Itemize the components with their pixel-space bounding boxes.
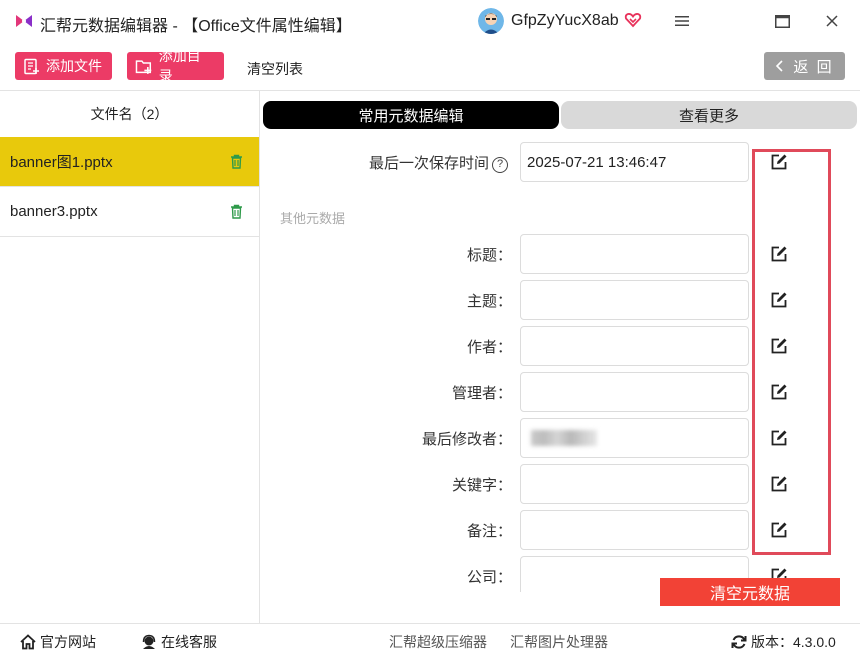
comments-input[interactable] — [520, 510, 749, 550]
version-label: 版本： — [751, 634, 793, 650]
trash-icon[interactable] — [230, 154, 243, 169]
username[interactable]: GfpZyYucX8ab — [511, 12, 619, 30]
close-icon — [826, 15, 838, 27]
tab-view-more[interactable]: 查看更多 — [561, 101, 857, 129]
last-modified-by-input[interactable] — [520, 418, 749, 458]
add-folder-button[interactable]: 添加目录 — [127, 48, 224, 84]
maximize-button[interactable] — [771, 10, 793, 32]
trash-icon[interactable] — [230, 204, 243, 219]
website-label: 官方网站 — [40, 634, 96, 650]
manager-input[interactable] — [520, 372, 749, 412]
help-icon[interactable]: ? — [492, 157, 508, 173]
redacted-value — [531, 430, 597, 446]
subject-input[interactable] — [520, 280, 749, 320]
edit-column-highlight — [752, 149, 831, 555]
field-label: 最后修改者： — [421, 431, 512, 448]
keywords-input[interactable] — [520, 464, 749, 504]
support-label: 在线客服 — [161, 634, 217, 650]
back-button[interactable]: 返 回 — [764, 52, 845, 80]
support-link[interactable]: 在线客服 — [141, 632, 217, 652]
window-title: 汇帮元数据编辑器 - 【Office文件属性编辑】 — [40, 18, 352, 35]
file-name: banner3.pptx — [10, 203, 98, 220]
field-label: 管理者： — [451, 385, 512, 402]
close-button[interactable] — [821, 10, 843, 32]
refresh-icon — [731, 635, 747, 649]
vip-heart-icon[interactable] — [624, 11, 642, 29]
version-info[interactable]: 版本： 4.3.0.0 — [731, 632, 836, 652]
add-folder-label: 添加目录 — [158, 48, 201, 84]
add-file-button[interactable]: 添加文件 — [15, 52, 112, 80]
last-saved-input[interactable]: 2025-07-21 13:46:47 — [520, 142, 749, 182]
menu-icon — [675, 16, 689, 26]
back-label: 返 回 — [793, 58, 834, 76]
add-folder-icon — [135, 59, 152, 74]
menu-button[interactable] — [671, 10, 693, 32]
section-other-metadata: 其他元数据 — [280, 211, 346, 226]
add-file-icon — [24, 58, 39, 74]
avatar[interactable] — [478, 8, 504, 34]
clear-list-button[interactable]: 清空列表 — [247, 59, 303, 79]
app-window: 汇帮元数据编辑器 - 【Office文件属性编辑】 GfpZyYucX8ab 添… — [0, 0, 860, 656]
title-bar: 汇帮元数据编辑器 - 【Office文件属性编辑】 GfpZyYucX8ab — [0, 0, 860, 42]
field-label: 关键字： — [451, 477, 512, 494]
maximize-icon — [774, 14, 790, 28]
file-list-item-2[interactable]: banner3.pptx — [0, 187, 259, 237]
website-link[interactable]: 官方网站 — [20, 632, 96, 652]
field-label: 标题： — [466, 247, 512, 264]
version-number: 4.3.0.0 — [793, 634, 836, 650]
chevron-left-icon — [776, 60, 783, 72]
home-icon — [20, 634, 36, 650]
field-label: 最后一次保存时间? — [369, 152, 508, 173]
image-tool-link[interactable]: 汇帮图片处理器 — [510, 632, 608, 652]
title-input[interactable] — [520, 234, 749, 274]
app-logo-icon — [16, 15, 32, 27]
field-label: 作者： — [466, 339, 512, 356]
toolbar: 添加文件 添加目录 清空列表 返 回 — [0, 42, 860, 90]
field-label: 公司： — [466, 569, 512, 586]
headset-icon — [142, 634, 156, 649]
author-input[interactable] — [520, 326, 749, 366]
file-list-header: 文件名（2） — [90, 106, 169, 122]
avatar-icon — [478, 8, 504, 34]
compressor-link[interactable]: 汇帮超级压缩器 — [389, 632, 487, 652]
tab-common-metadata[interactable]: 常用元数据编辑 — [263, 101, 559, 129]
file-name: banner图1.pptx — [10, 154, 113, 171]
footer: 官方网站 在线客服 汇帮超级压缩器 汇帮图片处理器 版本： 4.3.0.0 — [0, 623, 860, 656]
file-list-panel: 文件名（2） banner图1.pptx banner3.pptx — [0, 90, 260, 623]
field-label: 备注： — [466, 523, 512, 540]
last-saved-label: 最后一次保存时间 — [368, 155, 489, 172]
clear-metadata-button[interactable]: 清空元数据 — [660, 578, 840, 606]
field-label: 主题： — [466, 293, 512, 310]
add-file-label: 添加文件 — [46, 58, 102, 74]
file-list-item-1[interactable]: banner图1.pptx — [0, 137, 259, 187]
